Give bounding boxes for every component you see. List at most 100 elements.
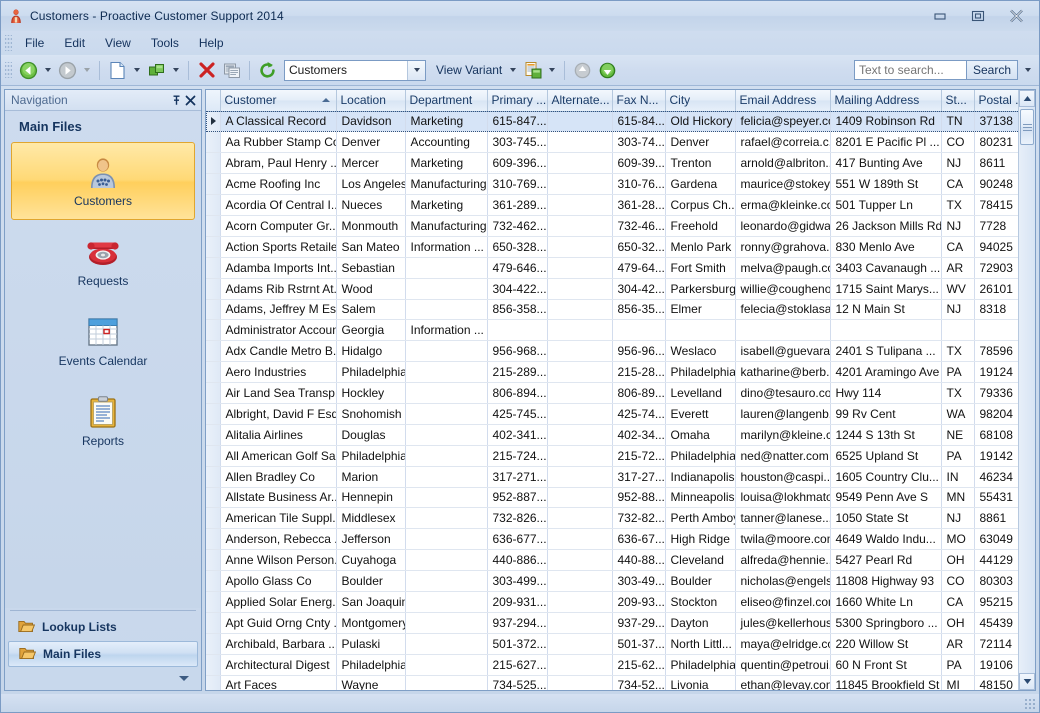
table-cell[interactable] xyxy=(405,675,488,690)
table-cell[interactable]: 99 Rv Cent xyxy=(830,403,942,425)
table-cell[interactable]: 1050 State St xyxy=(830,507,942,530)
table-cell[interactable]: 63049 xyxy=(974,528,1018,551)
table-cell[interactable] xyxy=(547,487,613,509)
table-cell[interactable]: 650-328... xyxy=(487,236,548,258)
table-cell[interactable] xyxy=(547,361,613,384)
row-selector-cell[interactable] xyxy=(206,319,221,342)
table-cell[interactable]: 609-396... xyxy=(487,152,548,175)
row-selector-cell[interactable] xyxy=(206,466,221,488)
table-cell[interactable]: Aa Rubber Stamp Co xyxy=(220,131,337,154)
column-header-location[interactable]: Location xyxy=(336,90,406,112)
table-row[interactable]: All American Golf Sa... Philadelphia 215-7… xyxy=(206,445,1018,467)
nav-button-lookup-lists[interactable]: Lookup Lists xyxy=(8,614,198,640)
table-cell[interactable] xyxy=(547,591,613,613)
table-cell[interactable] xyxy=(405,382,488,404)
table-cell[interactable]: 80231 xyxy=(974,131,1018,154)
table-cell[interactable]: Dayton xyxy=(665,612,736,634)
sidebar-item-events-calendar[interactable]: Events Calendar xyxy=(11,302,195,380)
table-cell[interactable] xyxy=(735,319,831,342)
table-cell[interactable]: maya@elridge.com xyxy=(735,633,831,655)
table-cell[interactable]: 215-72... xyxy=(612,445,666,467)
table-cell[interactable]: San Joaquin xyxy=(336,591,406,613)
table-cell[interactable] xyxy=(547,403,613,425)
table-cell[interactable]: 615-84... xyxy=(612,111,666,133)
view-variant-dropdown-icon[interactable] xyxy=(507,59,519,82)
row-selector-cell[interactable] xyxy=(206,236,221,258)
table-cell[interactable]: Applied Solar Energ... xyxy=(220,591,337,613)
table-cell[interactable]: rafael@correia.c... xyxy=(735,131,831,154)
table-cell[interactable]: 19142 xyxy=(974,445,1018,467)
table-cell[interactable]: Davidson xyxy=(336,111,406,133)
table-row[interactable]: Allen Bradley Co Marion 317-271... 317-27..… xyxy=(206,466,1018,488)
table-cell[interactable]: maurice@stokey... xyxy=(735,173,831,196)
table-row[interactable]: Alitalia Airlines Douglas 402-341... 402-34… xyxy=(206,424,1018,446)
row-selector-cell[interactable] xyxy=(206,654,221,676)
table-cell[interactable]: Livonia xyxy=(665,675,736,690)
table-cell[interactable]: 440-88... xyxy=(612,549,666,572)
table-cell[interactable] xyxy=(665,319,736,342)
table-cell[interactable]: Adx Candle Metro B... xyxy=(220,340,337,363)
table-cell[interactable]: 48150 xyxy=(974,675,1018,690)
table-cell[interactable] xyxy=(547,675,613,690)
table-cell[interactable]: 94025 xyxy=(974,236,1018,258)
table-cell[interactable]: louisa@lokhmato... xyxy=(735,487,831,509)
table-cell[interactable]: melva@paugh.com xyxy=(735,257,831,279)
table-cell[interactable]: 956-96... xyxy=(612,340,666,363)
table-cell[interactable] xyxy=(547,152,613,175)
menu-item-view[interactable]: View xyxy=(95,33,141,53)
row-selector-cell[interactable] xyxy=(206,152,221,175)
table-cell[interactable]: 304-42... xyxy=(612,278,666,300)
table-cell[interactable]: 361-28... xyxy=(612,194,666,216)
menu-item-tools[interactable]: Tools xyxy=(141,33,189,53)
table-cell[interactable]: Trenton xyxy=(665,152,736,175)
table-cell[interactable]: WV xyxy=(941,278,975,300)
pin-icon[interactable] xyxy=(169,93,183,107)
table-cell[interactable]: Archibald, Barbara ... xyxy=(220,633,337,655)
table-cell[interactable]: 78596 xyxy=(974,340,1018,363)
table-cell[interactable] xyxy=(405,507,488,530)
table-cell[interactable]: 46234 xyxy=(974,466,1018,488)
table-cell[interactable]: 952-887... xyxy=(487,487,548,509)
new-dropdown-icon[interactable] xyxy=(131,59,143,82)
table-cell[interactable]: CA xyxy=(941,173,975,196)
table-cell[interactable] xyxy=(405,570,488,592)
table-cell[interactable] xyxy=(547,236,613,258)
entity-combo-input[interactable] xyxy=(285,60,403,80)
table-cell[interactable]: 5427 Pearl Rd xyxy=(830,549,942,572)
table-cell[interactable] xyxy=(547,194,613,216)
table-cell[interactable]: 310-769... xyxy=(487,173,548,196)
table-cell[interactable]: Acorn Computer Gr... xyxy=(220,215,337,237)
view-variant-label[interactable]: View Variant xyxy=(428,63,505,77)
table-cell[interactable]: 806-894... xyxy=(487,382,548,404)
table-cell[interactable] xyxy=(547,424,613,446)
row-selector-cell[interactable] xyxy=(206,361,221,384)
table-cell[interactable]: 856-35... xyxy=(612,299,666,321)
table-cell[interactable] xyxy=(547,278,613,300)
table-cell[interactable]: Allstate Business Ar... xyxy=(220,487,337,509)
column-header-customer[interactable]: Customer xyxy=(220,90,337,112)
table-cell[interactable] xyxy=(405,424,488,446)
table-cell[interactable]: Action Sports Retailer xyxy=(220,236,337,258)
table-cell[interactable]: Adams, Jeffrey M Esq xyxy=(220,299,337,321)
table-cell[interactable]: 3403 Cavanaugh ... xyxy=(830,257,942,279)
table-cell[interactable]: 479-646... xyxy=(487,257,548,279)
table-cell[interactable]: 44129 xyxy=(974,549,1018,572)
table-cell[interactable]: 55431 xyxy=(974,487,1018,509)
table-cell[interactable]: Boulder xyxy=(336,570,406,592)
table-row[interactable]: Acorn Computer Gr... Monmouth Manufacturin… xyxy=(206,215,1018,237)
table-cell[interactable]: Menlo Park xyxy=(665,236,736,258)
table-row[interactable]: Adamba Imports Int... Sebastian 479-646...… xyxy=(206,257,1018,279)
table-cell[interactable]: willie@cougheno... xyxy=(735,278,831,300)
table-cell[interactable]: 95215 xyxy=(974,591,1018,613)
table-cell[interactable]: TN xyxy=(941,111,975,133)
table-row[interactable]: Art Faces Wayne 734-525... 734-52... Livonia… xyxy=(206,675,1018,690)
entity-combo[interactable] xyxy=(284,59,426,81)
table-cell[interactable]: Marketing xyxy=(405,111,488,133)
table-row[interactable]: Adx Candle Metro B... Hidalgo 956-968... 95… xyxy=(206,340,1018,363)
table-cell[interactable] xyxy=(547,549,613,572)
table-cell[interactable]: Omaha xyxy=(665,424,736,446)
table-cell[interactable]: 215-28... xyxy=(612,361,666,384)
navigation-expander[interactable] xyxy=(5,668,201,688)
table-cell[interactable]: Nueces xyxy=(336,194,406,216)
entity-combo-arrow-icon[interactable] xyxy=(407,60,425,80)
